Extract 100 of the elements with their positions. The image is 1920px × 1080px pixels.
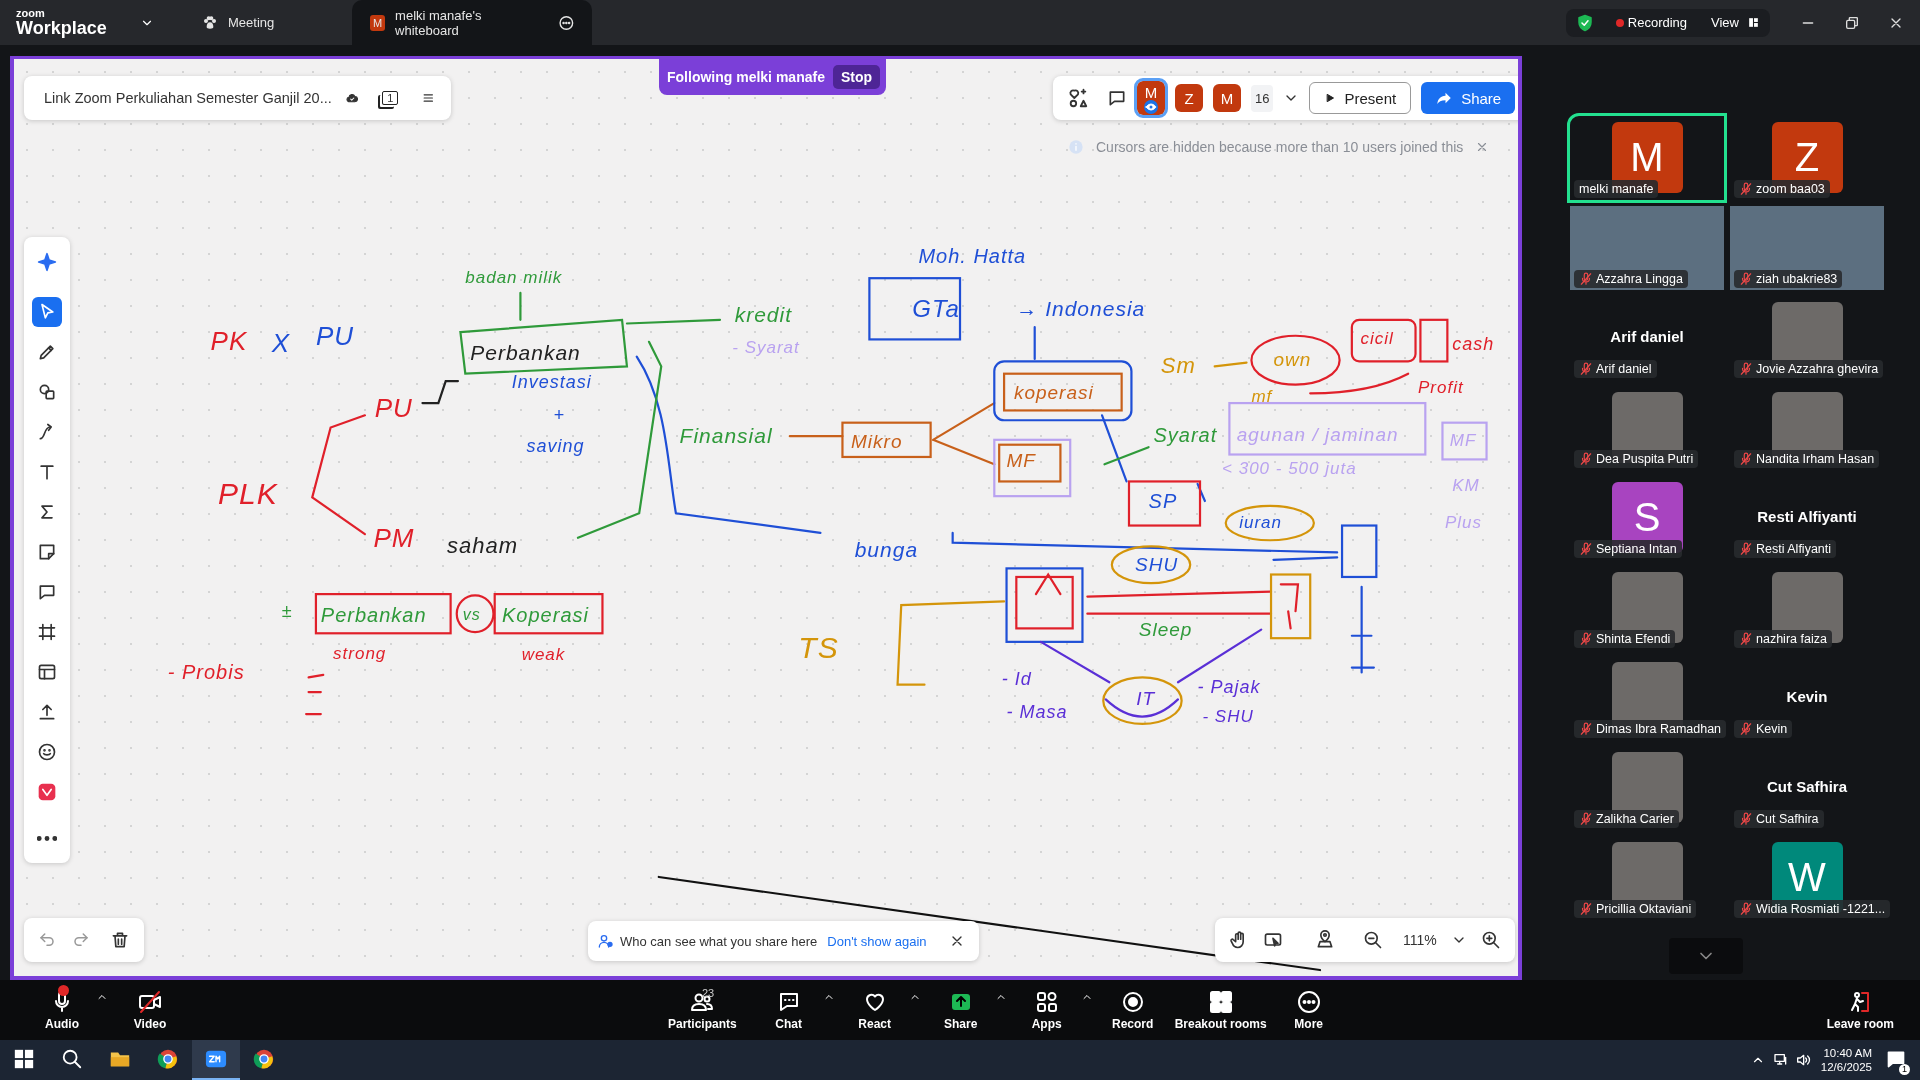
handwritten-note: MF: [1449, 432, 1477, 450]
more-icon: [37, 835, 57, 841]
pointer-tool[interactable]: [32, 297, 62, 327]
emoji-icon: [37, 742, 57, 762]
participant-name: Nandita Irham Hasan: [1756, 452, 1875, 466]
clock-time[interactable]: 10:40 AM: [1823, 1045, 1872, 1060]
apps-icon: [1034, 989, 1059, 1014]
participant-name: ziah ubakrie83: [1756, 272, 1838, 286]
handwritten-note: strong: [333, 645, 387, 663]
undo-icon[interactable]: [38, 931, 56, 949]
share-button[interactable]: Share: [1421, 82, 1516, 114]
text-icon: [37, 462, 57, 482]
comment-icon[interactable]: [1107, 88, 1127, 108]
handwritten-note: SP: [1148, 490, 1178, 512]
participant-name: Dea Puspita Putri: [1596, 452, 1694, 466]
participant-display-name: Resti Alfiyanti: [1757, 508, 1857, 526]
handwritten-note: SHU: [1135, 554, 1179, 575]
speaker-icon[interactable]: [1794, 1052, 1811, 1068]
handwritten-note: PK: [210, 328, 248, 356]
handwritten-note: cicil: [1360, 330, 1394, 349]
collaborator-avatar[interactable]: M: [1137, 81, 1165, 115]
handwritten-note: vs: [462, 606, 481, 624]
info-icon: [1068, 139, 1084, 155]
collaborator-count[interactable]: 16: [1251, 84, 1274, 112]
view-button[interactable]: View: [1711, 15, 1739, 30]
handwritten-note: PM: [373, 525, 415, 553]
grid-icon: [1208, 989, 1233, 1014]
handwritten-note: → Indonesia: [1016, 297, 1146, 320]
participant-name: Resti Alfiyanti: [1756, 542, 1832, 556]
participant-name: Jovie Azzahra ghevira: [1756, 362, 1879, 376]
present-button[interactable]: Present: [1309, 82, 1412, 114]
handwritten-note: < 300 - 500 juta: [1222, 460, 1357, 479]
logo-wordmark: zoom: [16, 8, 46, 19]
clock-date[interactable]: 12/6/2025: [1820, 1060, 1872, 1075]
apps-button[interactable]: Apps: [1014, 988, 1079, 1032]
video-button[interactable]: Video: [118, 988, 182, 1032]
handwritten-note: Plus: [1444, 514, 1482, 532]
zoom-out-icon[interactable]: [1363, 930, 1383, 950]
handwritten-note: Sm: [1160, 354, 1196, 378]
participant-name: melki manafe: [1579, 182, 1654, 196]
breakout-button[interactable]: Breakout rooms: [1168, 988, 1273, 1032]
stop-button[interactable]: Stop: [832, 65, 881, 89]
more-button[interactable]: More: [1276, 988, 1341, 1032]
notification-count: 1: [1899, 1064, 1910, 1075]
participant-name: nazhira faiza: [1756, 632, 1827, 646]
video-camera-app-icon: [205, 1048, 227, 1070]
participant-display-name: Cut Safhira: [1767, 778, 1847, 796]
handwritten-note: - Syarat: [732, 339, 800, 357]
notification-button[interactable]: 1: [1886, 1049, 1906, 1071]
handwritten-note: weak: [521, 646, 566, 665]
pointer-box-icon[interactable]: [1263, 930, 1283, 950]
app-tab[interactable]: Meeting: [184, 0, 293, 45]
participant-name: Arif daniel: [1596, 362, 1652, 376]
map-pin-icon[interactable]: [1315, 930, 1335, 950]
participant-name: Cut Safhira: [1756, 812, 1819, 826]
document-title[interactable]: Link Zoom Perkuliahan Semester Ganjil 20...: [44, 90, 332, 106]
more-icon[interactable]: [557, 13, 575, 32]
participants-button[interactable]: 23 Participants: [661, 988, 743, 1032]
handwritten-note: saving: [526, 436, 585, 456]
sticky-note-icon: [37, 542, 57, 562]
user-avatar: M: [370, 14, 386, 31]
handwritten-note: Moh. Hatta: [918, 245, 1027, 267]
handwritten-note: Profit: [1417, 379, 1464, 398]
handwritten-note: GTa: [912, 296, 960, 322]
handwritten-note: IT: [1136, 689, 1156, 710]
shapes-sparkle-icon[interactable]: [1067, 87, 1089, 109]
more-icon: [1296, 989, 1321, 1014]
chat-button[interactable]: Chat: [756, 988, 821, 1032]
collaborator-avatar[interactable]: Z: [1175, 84, 1203, 112]
participant-name: Dimas Ibra Ramadhan: [1596, 722, 1722, 736]
redo-icon[interactable]: [72, 931, 90, 949]
restore-icon[interactable]: [1844, 14, 1860, 31]
layout-icon[interactable]: [1747, 16, 1760, 29]
handwritten-note: mf: [1251, 388, 1273, 406]
pen-icon: [37, 342, 57, 362]
participant-name: Zalikha Carier: [1596, 812, 1674, 826]
upload-icon: [37, 702, 57, 722]
audio-button[interactable]: Audio: [30, 988, 94, 1032]
taskbar-app[interactable]: [192, 1040, 240, 1080]
share-button[interactable]: Share: [928, 988, 993, 1032]
collaborator-avatar[interactable]: M: [1213, 84, 1241, 112]
record-icon: [1120, 989, 1145, 1014]
zoom-in-icon[interactable]: [1480, 930, 1501, 950]
handwritten-note: - Probis: [167, 661, 245, 683]
network-icon[interactable]: [1772, 1052, 1789, 1068]
participant-display-name: Kevin: [1786, 688, 1828, 706]
record-button[interactable]: Record: [1100, 988, 1165, 1032]
template-icon: [37, 662, 57, 682]
leave-button[interactable]: Leave room: [1820, 988, 1900, 1032]
comment-icon: [37, 582, 57, 602]
dont-show-again-link[interactable]: Don't show again: [827, 933, 927, 949]
following-label: Following melki manafe: [667, 69, 825, 85]
recording-label: Recording: [1627, 15, 1688, 30]
react-button[interactable]: React: [842, 988, 907, 1032]
trash-icon[interactable]: [110, 930, 130, 950]
handwritten-note: iuran: [1239, 514, 1282, 532]
zoom-level[interactable]: 111%: [1403, 932, 1437, 948]
recording-dot: [1615, 18, 1624, 27]
participant-name: Shinta Efendi: [1596, 632, 1671, 646]
share-hint-text: Who can see what you share here: [620, 933, 818, 949]
